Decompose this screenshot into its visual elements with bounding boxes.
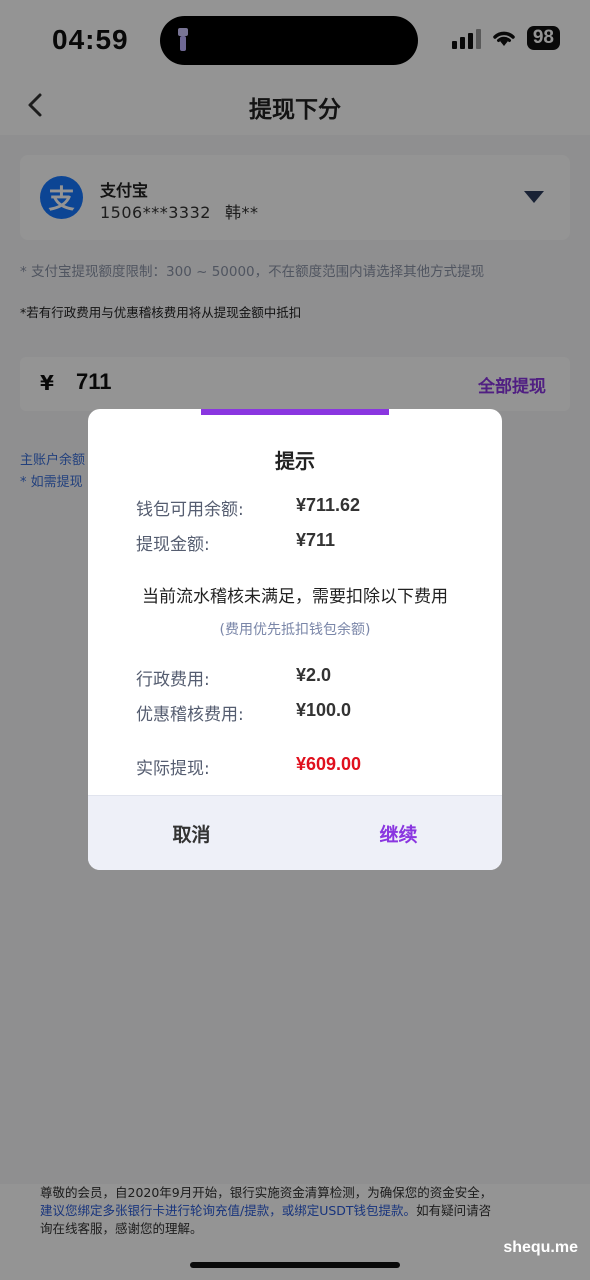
withdraw-amount-value: ¥711 (296, 530, 336, 550)
audit-fee-value: ¥100.0 (296, 700, 352, 720)
confirm-dialog: 提示 钱包可用余额: ¥711.62 提现金额: ¥711 当前流水稽核未满足，… (88, 409, 502, 870)
dialog-sub-message: (费用优先抵扣钱包余额) (219, 622, 371, 638)
admin-fee-label: 行政费用: (136, 670, 210, 690)
dialog-title: 提示 (275, 449, 315, 473)
continue-button[interactable]: 继续 (295, 796, 502, 870)
dialog-accent-bar (201, 409, 389, 415)
dialog-message: 当前流水稽核未满足，需要扣除以下费用 (142, 587, 448, 607)
admin-fee-value: ¥2.0 (296, 665, 332, 685)
audit-fee-label: 优惠稽核费用: (136, 705, 244, 725)
actual-withdraw-value: ¥609.00 (296, 754, 362, 774)
actual-withdraw-label: 实际提现: (136, 759, 210, 779)
wallet-balance-value: ¥711.62 (296, 495, 361, 515)
withdraw-amount-label: 提现金额: (136, 535, 210, 555)
watermark: shequ.me (503, 1239, 578, 1256)
dialog-actions: 取消 继续 (88, 795, 502, 870)
cancel-button[interactable]: 取消 (88, 796, 295, 870)
wallet-balance-label: 钱包可用余额: (136, 500, 244, 520)
